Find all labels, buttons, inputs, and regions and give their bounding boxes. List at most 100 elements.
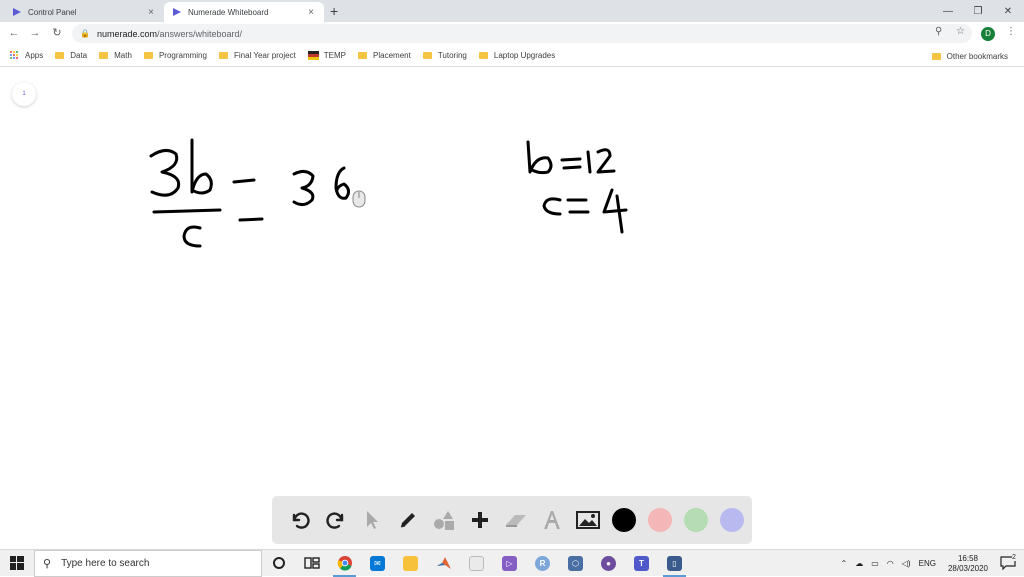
task-view-button[interactable] [295, 550, 328, 577]
handwriting-ink [149, 138, 628, 248]
ink-stroke [182, 225, 202, 248]
color-green-swatch[interactable] [678, 502, 714, 538]
eraser-tool[interactable] [498, 502, 534, 538]
app-icon: ▯ [667, 555, 682, 571]
close-tab-icon[interactable]: × [146, 7, 156, 18]
color-lavender-swatch[interactable] [714, 502, 750, 538]
tab-control-panel[interactable]: Control Panel × [4, 2, 164, 22]
menu-icon[interactable]: ⋮ [1006, 26, 1016, 37]
color-swatch [720, 508, 744, 532]
bookmark-data[interactable]: Data [49, 47, 93, 65]
language-indicator[interactable]: ENG [919, 559, 936, 568]
clock[interactable]: 16:58 28/03/2020 [948, 554, 988, 574]
github-icon: ● [601, 555, 616, 571]
bookmark-label: Tutoring [437, 51, 467, 60]
bookmark-label: Data [70, 51, 88, 60]
forward-icon[interactable]: → [27, 25, 43, 41]
bookmark-final-year-project[interactable]: Final Year project [213, 47, 302, 65]
taskbar-notepad[interactable] [460, 550, 493, 577]
avatar[interactable]: D [981, 27, 995, 41]
star-icon[interactable]: ☆ [956, 26, 965, 37]
ink-stroke [596, 148, 616, 174]
notification-center-button[interactable]: 2 [1000, 553, 1016, 572]
taskbar-chrome[interactable] [328, 550, 361, 577]
minimize-button[interactable]: — [932, 0, 964, 22]
bookmark-temp[interactable]: TEMP [302, 47, 352, 65]
chevron-up-icon[interactable]: ⌃ [841, 559, 848, 568]
folder-icon [143, 52, 153, 59]
taskbar-matlab[interactable] [427, 550, 460, 577]
new-tab-button[interactable]: + [330, 3, 338, 19]
search-placeholder: Type here to search [61, 557, 150, 569]
start-button[interactable] [0, 550, 34, 577]
text-icon [544, 511, 560, 529]
ink-stroke [334, 166, 351, 200]
image-tool[interactable] [570, 502, 606, 538]
drawing-toolbar [272, 496, 752, 544]
folder-icon [422, 52, 432, 59]
teams-icon: T [634, 555, 649, 571]
ink-stroke [615, 194, 624, 234]
text-tool[interactable] [534, 502, 570, 538]
bookmark-math[interactable]: Math [93, 47, 138, 65]
taskbar-file-explorer[interactable] [394, 550, 427, 577]
undo-button[interactable] [282, 502, 318, 538]
folder-icon [55, 52, 65, 59]
toolbar-row: ← → ↻ 🔒 numerade.com /answers/whiteboard… [0, 22, 1024, 45]
eraser-icon [506, 515, 526, 527]
bookmark-laptop-upgrades[interactable]: Laptop Upgrades [473, 47, 561, 65]
reload-icon[interactable]: ↻ [49, 25, 65, 41]
ink-stroke [149, 149, 181, 197]
back-icon[interactable]: ← [6, 25, 22, 41]
bookmark-placement[interactable]: Placement [352, 47, 417, 65]
zoom-icon[interactable]: ⚲ [935, 26, 942, 37]
bookmark-label: Final Year project [233, 51, 296, 60]
ink-stroke [560, 157, 582, 162]
wifi-icon[interactable]: ◠ [887, 559, 894, 568]
ink-stroke [602, 188, 628, 214]
taskbar-visual-studio[interactable]: ▷ [493, 550, 526, 577]
taskbar-search[interactable]: ⚲ Type here to search [34, 549, 262, 577]
taskbar-github[interactable]: ● [592, 550, 625, 577]
taskbar-whiteboard-app[interactable]: ▯ [658, 550, 691, 577]
ink-stroke [232, 178, 256, 184]
ink-stroke [292, 169, 315, 207]
bookmark-programming[interactable]: Programming [138, 47, 213, 65]
undo-icon [292, 512, 310, 529]
address-bar[interactable]: 🔒 numerade.com /answers/whiteboard/ [72, 24, 972, 43]
color-pink-swatch[interactable] [642, 502, 678, 538]
pen-tool[interactable] [390, 502, 426, 538]
tab-numerade-whiteboard[interactable]: Numerade Whiteboard × [164, 2, 324, 22]
folder-icon [931, 52, 941, 60]
close-tab-icon[interactable]: × [306, 7, 316, 18]
bookmark-tutoring[interactable]: Tutoring [417, 47, 473, 65]
bookmark-label: Placement [373, 51, 411, 60]
cloud-icon[interactable]: ☁ [855, 559, 863, 568]
whiteboard-canvas[interactable]: 1 [0, 68, 1024, 549]
cortana-button[interactable] [262, 550, 295, 577]
bookmark-label: Math [114, 51, 132, 60]
taskbar-security[interactable]: ⬡ [559, 550, 592, 577]
close-window-button[interactable]: ✕ [992, 0, 1024, 22]
pointer-tool[interactable] [354, 502, 390, 538]
tab-label: Control Panel [28, 7, 77, 17]
battery-icon[interactable]: ▭ [871, 559, 879, 568]
task-view-icon [303, 557, 320, 569]
color-swatch [684, 508, 708, 532]
maximize-button[interactable]: ❐ [962, 0, 994, 22]
redo-button[interactable] [318, 502, 354, 538]
add-tool[interactable] [462, 502, 498, 538]
bookmark-other[interactable]: Other bookmarks [926, 47, 1014, 65]
taskbar-teams[interactable]: T [625, 550, 658, 577]
color-black-swatch[interactable] [606, 502, 642, 538]
volume-icon[interactable]: ◁) [902, 559, 911, 568]
bookmark-apps[interactable]: Apps [0, 47, 49, 65]
ink-stroke [562, 165, 582, 170]
color-swatch [612, 508, 636, 532]
taskbar-r[interactable]: R [526, 550, 559, 577]
ink-stroke [238, 217, 264, 222]
url-host: numerade.com [96, 28, 157, 39]
shapes-tool[interactable] [426, 502, 462, 538]
bookmark-label: Apps [25, 51, 44, 60]
taskbar-mail[interactable]: ✉ [361, 550, 394, 577]
